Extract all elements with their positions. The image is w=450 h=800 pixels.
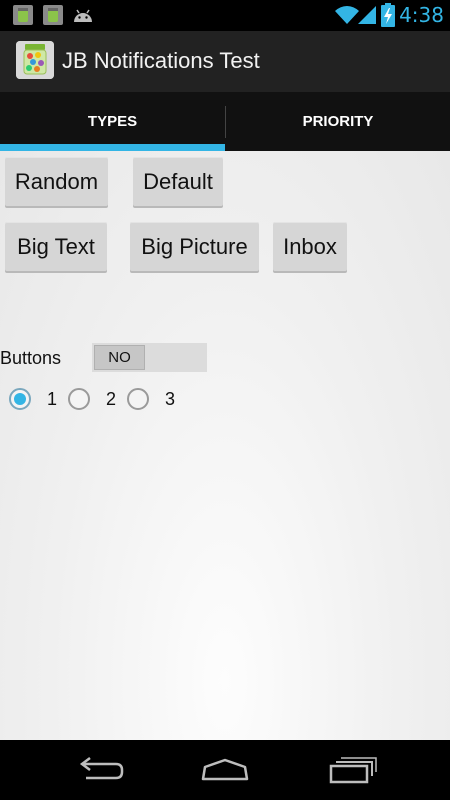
- page-title: JB Notifications Test: [62, 48, 260, 73]
- android-icon: [74, 9, 92, 22]
- big-picture-button[interactable]: Big Picture: [130, 222, 259, 271]
- random-button[interactable]: Random: [5, 157, 108, 206]
- toggle-thumb: NO: [94, 345, 145, 370]
- content-area: Random Default Big Text Big Picture Inbo…: [0, 151, 450, 740]
- tab-priority-label: PRIORITY: [302, 113, 374, 130]
- app-icon[interactable]: [16, 41, 54, 79]
- battery-charging-icon: [381, 3, 395, 27]
- buttons-toggle[interactable]: NO: [92, 343, 207, 372]
- radio-label-2: 2: [106, 389, 117, 409]
- navigation-bar: [0, 740, 450, 800]
- big-text-button[interactable]: Big Text: [5, 222, 107, 271]
- signal-icon: [358, 6, 376, 24]
- radio-label-3: 3: [165, 389, 176, 409]
- buttons-label: Buttons: [0, 348, 62, 368]
- tab-types-label: TYPES: [87, 113, 138, 130]
- selected-tab-indicator: [0, 144, 225, 151]
- radio-label-1: 1: [47, 389, 58, 409]
- radio-option-3[interactable]: [127, 388, 149, 410]
- tab-types[interactable]: TYPES: [0, 92, 225, 151]
- default-button[interactable]: Default: [133, 157, 223, 206]
- app-notification-icon: [13, 5, 33, 25]
- status-bar: 4:38: [0, 0, 450, 31]
- app-notification-icon: [43, 5, 63, 25]
- recent-apps-icon[interactable]: [322, 752, 382, 788]
- inbox-button[interactable]: Inbox: [273, 222, 347, 271]
- clock-time: 4:38: [399, 3, 444, 27]
- tab-priority[interactable]: PRIORITY: [226, 92, 450, 151]
- tab-bar: TYPES PRIORITY: [0, 92, 450, 151]
- home-icon[interactable]: [195, 752, 255, 788]
- back-icon[interactable]: [70, 752, 130, 788]
- radio-option-1[interactable]: [9, 388, 31, 410]
- action-bar: JB Notifications Test: [0, 31, 450, 92]
- radio-option-2[interactable]: [68, 388, 90, 410]
